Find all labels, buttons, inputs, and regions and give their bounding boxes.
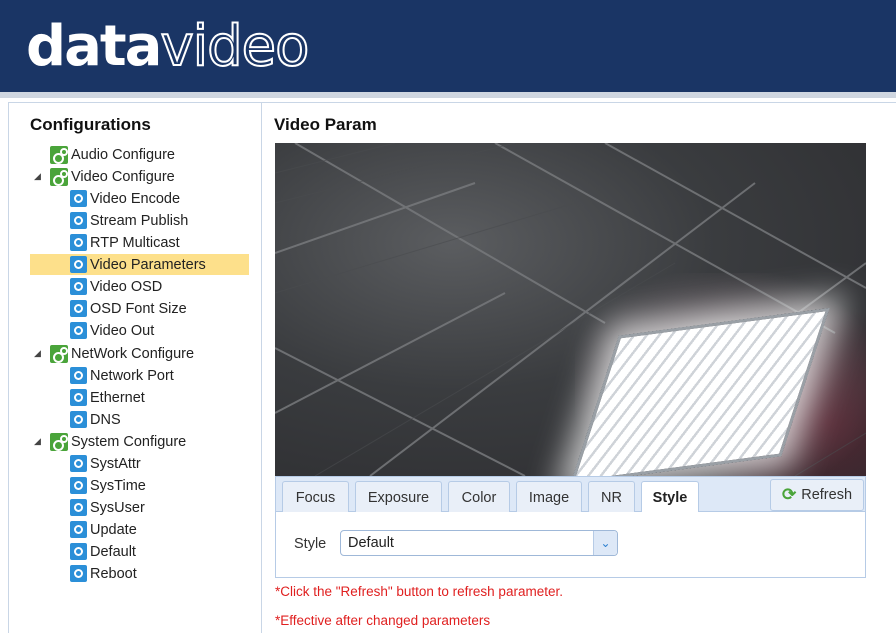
tree-item-label: OSD Font Size xyxy=(90,300,187,317)
settings-group-icon xyxy=(50,145,68,164)
tab-nr[interactable]: NR xyxy=(588,481,635,513)
tree-item-label: Default xyxy=(90,543,136,560)
settings-item-icon xyxy=(70,190,87,207)
tree-item-label: Video OSD xyxy=(90,278,163,295)
tree-group-label: Video Configure xyxy=(71,168,175,185)
settings-item-icon xyxy=(70,543,87,560)
style-select-value: Default xyxy=(348,535,394,551)
settings-item-icon xyxy=(70,322,87,339)
tree-group-label: NetWork Configure xyxy=(71,345,195,362)
tree-item-update[interactable]: Update xyxy=(70,519,137,540)
tree-item-label: Stream Publish xyxy=(90,212,189,229)
settings-item-icon xyxy=(70,300,87,317)
tree-item-label: Video Out xyxy=(90,322,155,339)
collapse-triangle-icon[interactable]: ◢ xyxy=(34,171,41,182)
header-divider xyxy=(0,92,896,98)
tree-item-label: SystAttr xyxy=(90,455,141,472)
tab-bar: Focus Exposure Color Image NR Style ⟳ Re… xyxy=(275,476,866,514)
tree-group-label: Audio Configure xyxy=(71,146,175,163)
tree-group-network-configure[interactable]: NetWork Configure xyxy=(50,343,194,364)
refresh-label: Refresh xyxy=(801,487,853,503)
tree-item-label: Video Encode xyxy=(90,190,181,207)
tab-exposure[interactable]: Exposure xyxy=(355,481,442,513)
tree-item-label: DNS xyxy=(90,411,121,428)
sidebar: Configurations Audio Configure ◢ Video C… xyxy=(8,102,262,633)
tree-item-label: SysTime xyxy=(90,477,146,494)
settings-item-icon xyxy=(70,411,87,428)
tab-color[interactable]: Color xyxy=(448,481,510,513)
style-select[interactable]: Default ⌄ xyxy=(340,530,618,556)
logo-bold-text: data xyxy=(26,13,162,79)
settings-group-icon xyxy=(50,167,68,186)
tab-style[interactable]: Style xyxy=(641,481,699,514)
tree-item-reboot[interactable]: Reboot xyxy=(70,563,137,584)
settings-item-icon xyxy=(70,367,87,384)
collapse-triangle-icon[interactable]: ◢ xyxy=(34,436,41,447)
settings-item-icon xyxy=(70,521,87,538)
tree-item-ethernet[interactable]: Ethernet xyxy=(70,387,145,408)
apply-hint: *Effective after changed parameters xyxy=(275,613,491,628)
tree-group-label: System Configure xyxy=(71,433,187,450)
style-field-label: Style xyxy=(294,536,327,552)
settings-item-icon xyxy=(70,278,87,295)
logo-outline-text: video xyxy=(159,13,310,80)
style-panel: Style Default ⌄ xyxy=(275,512,866,578)
refresh-button[interactable]: ⟳ Refresh xyxy=(770,479,864,511)
tree-item-default[interactable]: Default xyxy=(70,541,136,562)
tree-item-video-osd[interactable]: Video OSD xyxy=(70,276,162,297)
tree-item-video-out[interactable]: Video Out xyxy=(70,320,154,341)
tree-item-stream-publish[interactable]: Stream Publish xyxy=(70,210,188,231)
tree-item-rtp-multicast[interactable]: RTP Multicast xyxy=(70,232,180,253)
settings-group-icon xyxy=(50,432,68,451)
settings-item-icon xyxy=(70,389,87,406)
tree-group-audio-configure[interactable]: Audio Configure xyxy=(50,144,175,165)
collapse-triangle-icon[interactable]: ◢ xyxy=(34,348,41,359)
tab-focus[interactable]: Focus xyxy=(282,481,349,513)
settings-item-icon xyxy=(70,212,87,229)
chevron-down-icon[interactable]: ⌄ xyxy=(593,531,617,555)
tree-item-label: Ethernet xyxy=(90,389,145,406)
tree-item-label: Update xyxy=(90,521,137,538)
settings-item-icon xyxy=(70,499,87,516)
tree-item-label: Network Port xyxy=(90,367,174,384)
video-preview xyxy=(275,143,866,476)
tree-item-dns[interactable]: DNS xyxy=(70,409,121,430)
main-panel: Video Param Focus Exposure Color Image N… xyxy=(262,102,896,633)
tree-item-osd-font-size[interactable]: OSD Font Size xyxy=(70,298,187,319)
settings-item-icon xyxy=(70,565,87,582)
page-title: Video Param xyxy=(274,115,377,134)
tab-image[interactable]: Image xyxy=(516,481,582,513)
tree-item-label: Reboot xyxy=(90,565,137,582)
tree-item-label: Video Parameters xyxy=(90,256,206,273)
tree-group-video-configure[interactable]: Video Configure xyxy=(50,166,175,187)
tree-item-label: SysUser xyxy=(90,499,145,516)
settings-item-icon xyxy=(70,234,87,251)
tree-item-sysuser[interactable]: SysUser xyxy=(70,497,145,518)
refresh-hint: *Click the "Refresh" button to refresh p… xyxy=(275,584,563,599)
tree-item-video-parameters[interactable]: Video Parameters xyxy=(30,254,249,275)
settings-item-icon xyxy=(70,256,87,273)
tree-item-label: RTP Multicast xyxy=(90,234,180,251)
settings-item-icon xyxy=(70,455,87,472)
refresh-icon: ⟳ xyxy=(781,485,797,504)
settings-item-icon xyxy=(70,477,87,494)
tree-item-video-encode[interactable]: Video Encode xyxy=(70,188,180,209)
datavideo-logo: data video xyxy=(26,8,310,84)
sidebar-title: Configurations xyxy=(30,115,151,134)
tree-item-network-port[interactable]: Network Port xyxy=(70,365,174,386)
tree-group-system-configure[interactable]: System Configure xyxy=(50,431,186,452)
header-banner: data video xyxy=(0,0,896,92)
tree-item-systime[interactable]: SysTime xyxy=(70,475,146,496)
tree-item-systattr[interactable]: SystAttr xyxy=(70,453,141,474)
settings-group-icon xyxy=(50,344,68,363)
